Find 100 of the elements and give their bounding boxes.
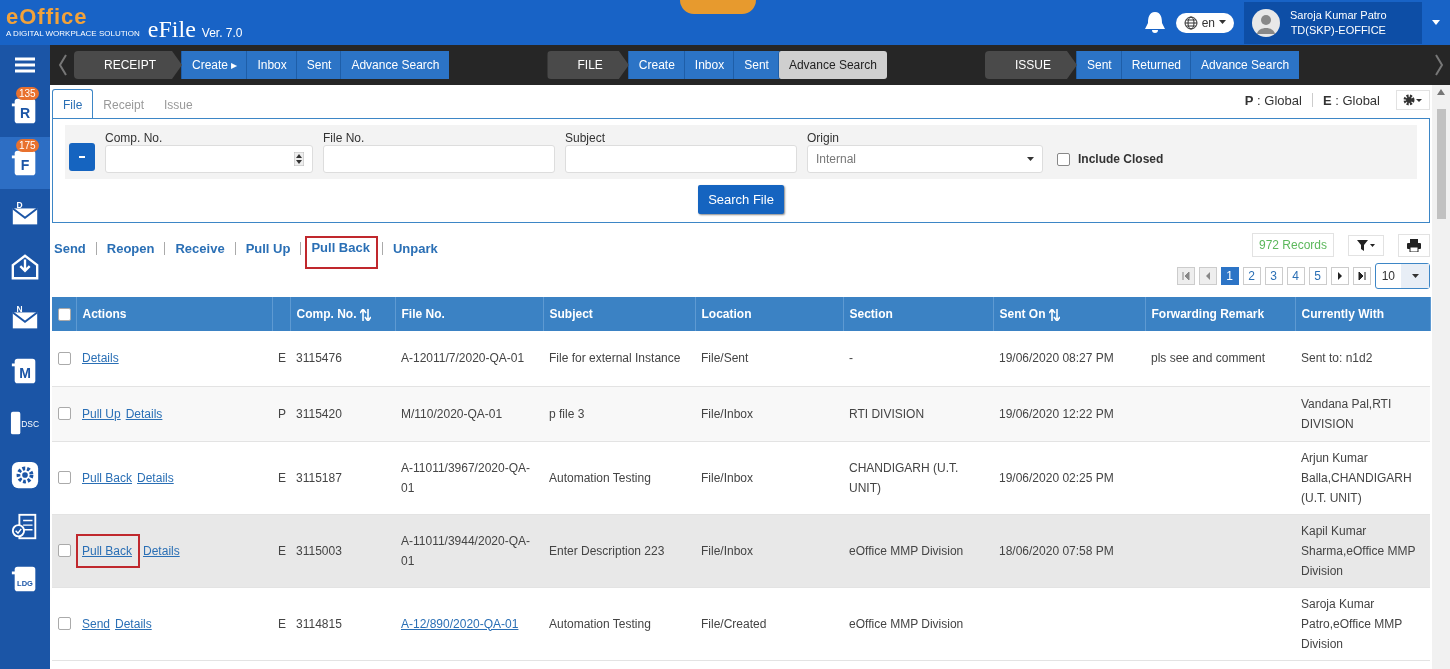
nav-item[interactable]: Advance Search <box>1190 51 1300 79</box>
scrollbar-thumb[interactable] <box>1436 109 1446 219</box>
action-link[interactable]: Pull Back <box>82 470 133 485</box>
action-link[interactable]: Details <box>143 543 180 558</box>
nav-item[interactable]: Create ▸ <box>181 51 248 79</box>
tab[interactable]: Issue <box>154 90 203 118</box>
collapse-button[interactable] <box>69 143 95 171</box>
table-cell: File/Created <box>701 616 767 631</box>
sidebar-item[interactable]: D <box>0 189 50 241</box>
table-cell: E <box>278 616 286 631</box>
action-link[interactable]: Details <box>82 351 119 366</box>
nav-item[interactable]: Sent <box>733 51 779 79</box>
tab[interactable]: File <box>52 89 94 119</box>
column-header: Forwarding Remark <box>1151 307 1265 321</box>
checkbox[interactable] <box>1057 152 1070 166</box>
sidebar-item[interactable]: LDG <box>0 553 50 605</box>
user-name: Saroja Kumar Patro <box>1290 7 1387 23</box>
table-cell: 3114815 <box>296 616 342 631</box>
action-link[interactable]: Receive <box>173 238 227 259</box>
previous-page-icon <box>1204 272 1211 280</box>
nav-section-label: RECEIPT <box>74 51 182 79</box>
nav-item[interactable]: Advance Search <box>340 51 450 79</box>
column-header[interactable]: Sent On <box>999 307 1046 321</box>
page-button[interactable]: 1 <box>1220 267 1239 285</box>
dropdown-field[interactable]: Internal <box>807 145 1043 173</box>
language-selector[interactable]: en <box>1175 12 1234 33</box>
tab[interactable]: Receipt <box>93 90 155 118</box>
previous-page-button[interactable] <box>1198 267 1217 285</box>
sidebar-item[interactable]: N <box>0 293 50 345</box>
caret-icon[interactable] <box>1432 20 1440 25</box>
select-all-checkbox[interactable] <box>58 307 71 321</box>
field-label: Comp. No. <box>105 131 164 145</box>
bell-icon[interactable] <box>1143 9 1166 36</box>
page-button[interactable]: 3 <box>1264 267 1283 285</box>
last-page-button[interactable] <box>1352 267 1371 285</box>
last-page-icon <box>1357 272 1366 280</box>
scope-label: E : Global <box>1322 92 1380 108</box>
page-size-select[interactable]: 10 <box>1374 263 1430 289</box>
menu-button[interactable] <box>0 45 50 85</box>
sidebar-item[interactable]: F 175 <box>0 137 50 189</box>
settings-icon <box>1403 94 1423 106</box>
table-cell: A-11011/3944/2020-QA-01 <box>401 533 530 568</box>
nav-item[interactable]: Advance Search <box>777 51 887 79</box>
input-field[interactable] <box>565 145 797 173</box>
table-cell: Kapil Kumar Sharma,eOffice MMP Division <box>1301 523 1416 578</box>
action-link[interactable]: Send <box>52 238 88 259</box>
action-link[interactable]: Details <box>115 616 152 631</box>
user-menu[interactable]: Saroja Kumar Patro TD(SKP)-EOFFICE <box>1244 1 1422 44</box>
nav-item[interactable]: Sent <box>1076 51 1122 79</box>
spinner-icon[interactable] <box>294 152 304 166</box>
nav-item[interactable]: Returned <box>1120 51 1192 79</box>
sidebar-item[interactable]: R 135 <box>0 85 50 137</box>
table-cell: 3115003 <box>296 543 342 558</box>
nav-item[interactable]: Inbox <box>683 51 735 79</box>
chevron-right-icon[interactable] <box>1434 53 1444 77</box>
action-link[interactable]: Pull Back <box>76 533 141 568</box>
sidebar-item[interactable]: M <box>0 345 50 397</box>
nav-item[interactable]: Sent <box>295 51 342 79</box>
page-button[interactable]: 4 <box>1286 267 1305 285</box>
scroll-up-icon[interactable] <box>1437 89 1445 95</box>
action-link[interactable]: Pull Up <box>243 238 293 259</box>
chevron-left-icon[interactable] <box>58 53 68 77</box>
checkbox-label: Include Closed <box>1078 152 1164 166</box>
row-checkbox[interactable] <box>58 407 71 420</box>
file-link[interactable]: A-12/890/2020-QA-01 <box>401 616 519 631</box>
action-link[interactable]: Pull Back <box>305 236 378 269</box>
field-label: Subject <box>565 131 607 145</box>
column-header: Section <box>849 307 893 321</box>
table-cell: Automation Testing <box>549 616 651 631</box>
sort-icon[interactable] <box>359 308 371 321</box>
row-checkbox[interactable] <box>58 544 71 557</box>
table-cell: eOffice MMP Division <box>849 543 964 558</box>
search-button[interactable]: Search File <box>698 185 784 214</box>
table-cell: Sent to: n1d2 <box>1301 351 1373 366</box>
action-link[interactable]: Reopen <box>104 238 157 259</box>
input-field[interactable] <box>105 145 313 173</box>
sort-icon[interactable] <box>1048 308 1060 321</box>
row-checkbox[interactable] <box>58 617 71 630</box>
input-field[interactable] <box>323 145 555 173</box>
action-link[interactable]: Details <box>137 470 174 485</box>
page-button[interactable]: 2 <box>1242 267 1261 285</box>
filter-button[interactable] <box>1348 234 1384 256</box>
action-link[interactable]: Pull Up <box>82 406 121 421</box>
row-checkbox[interactable] <box>58 351 71 365</box>
page-button[interactable]: 5 <box>1308 267 1327 285</box>
action-link[interactable]: Unpark <box>390 238 440 259</box>
table-cell: E <box>278 470 286 485</box>
nav-item[interactable]: Create <box>627 51 685 79</box>
action-link[interactable]: Details <box>125 406 163 421</box>
action-link[interactable]: Send <box>82 616 111 631</box>
pull-down-tab[interactable] <box>680 0 756 14</box>
table-cell: 3115420 <box>296 406 342 421</box>
row-checkbox[interactable] <box>58 471 71 484</box>
print-button[interactable] <box>1398 233 1430 257</box>
next-page-button[interactable] <box>1330 267 1349 285</box>
table-cell: Automation Testing <box>549 470 651 485</box>
sidebar-item[interactable]: DSC <box>0 397 50 449</box>
first-page-button[interactable] <box>1176 267 1195 285</box>
settings-button[interactable] <box>1396 90 1430 110</box>
nav-item[interactable]: Inbox <box>246 51 297 79</box>
